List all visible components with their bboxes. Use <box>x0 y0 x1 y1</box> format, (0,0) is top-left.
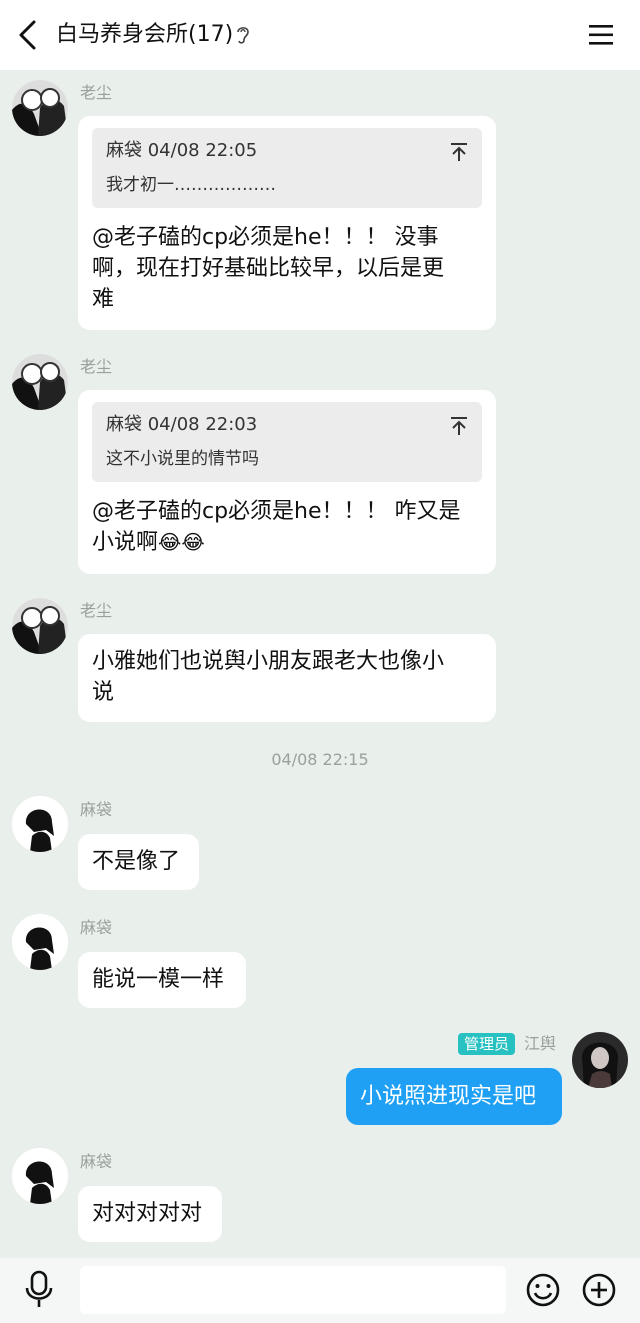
message-bubble[interactable]: 小雅她们也说舆小朋友跟老大也像小 说 <box>78 634 496 722</box>
avatar-image <box>12 796 68 852</box>
sender-name: 老尘 <box>80 357 113 376</box>
quoted-message[interactable]: 麻袋 04/08 22:03 这不小说里的情节吗 <box>92 402 482 482</box>
chat-header: 白马养身会所(17) <box>0 0 640 70</box>
message-input[interactable] <box>80 1266 506 1314</box>
message-text-line: 说 <box>92 680 115 705</box>
timestamp-divider: 04/08 22:15 <box>271 750 369 769</box>
quote-text: 我才初一……………… <box>106 175 276 195</box>
back-arrow-icon[interactable] <box>12 18 46 52</box>
avatar-image <box>12 598 68 654</box>
quote-text: 这不小说里的情节吗 <box>106 449 259 469</box>
plus-icon[interactable] <box>581 1272 617 1308</box>
input-bar <box>0 1258 640 1323</box>
message-text-line: 小说啊😂😂 <box>92 527 482 558</box>
message-text-line: @老子磕的cp必须是he！！！ 咋又是 <box>92 499 461 524</box>
avatar-image <box>12 914 68 970</box>
jump-to-top-icon[interactable] <box>450 416 468 436</box>
message-text-line: 啊，现在打好基础比较早，以后是更 <box>92 256 445 281</box>
sender-name: 麻袋 <box>80 1152 113 1171</box>
sender-name: 麻袋 <box>80 918 113 937</box>
message-bubble[interactable]: 麻袋 04/08 22:05 我才初一……………… @老子磕的cp必须是he！！… <box>78 116 496 330</box>
message-text: 对对对对对 <box>92 1201 203 1226</box>
admin-badge: 管理员 <box>458 1033 516 1055</box>
message-text-fragment: 小说啊 <box>92 530 159 555</box>
message-text-line: 小雅她们也说舆小朋友跟老大也像小 <box>92 649 445 674</box>
avatar-madai[interactable] <box>12 914 68 970</box>
laugh-cry-emoji-icon: 😂😂 <box>158 530 205 554</box>
avatar-image <box>572 1032 628 1088</box>
menu-icon[interactable] <box>586 20 616 50</box>
message-bubble[interactable]: 不是像了 <box>78 834 199 890</box>
sender-name: 江舆 <box>524 1034 557 1053</box>
message-bubble[interactable]: 能说一模一样 <box>78 952 246 1008</box>
avatar-madai[interactable] <box>12 1148 68 1204</box>
jump-to-top-icon[interactable] <box>450 142 468 162</box>
ear-icon <box>237 27 249 44</box>
avatar-madai[interactable] <box>12 796 68 852</box>
message-text: 小说照进现实是吧 <box>360 1084 537 1109</box>
sender-name: 老尘 <box>80 83 113 102</box>
emoji-icon[interactable] <box>525 1272 561 1308</box>
avatar-image <box>12 1148 68 1204</box>
quoted-message[interactable]: 麻袋 04/08 22:05 我才初一……………… <box>92 128 482 208</box>
avatar-laochen[interactable] <box>12 80 68 136</box>
chat-title: 白马养身会所(17) <box>56 22 234 47</box>
sender-name: 麻袋 <box>80 800 113 819</box>
message-text-line: @老子磕的cp必须是he！！！ 没事 <box>92 225 439 250</box>
sender-name: 老尘 <box>80 601 113 620</box>
quote-author-time: 麻袋 04/08 22:03 <box>106 414 258 435</box>
avatar-image <box>12 354 68 410</box>
message-text: 不是像了 <box>92 849 181 874</box>
quote-author-time: 麻袋 04/08 22:05 <box>106 140 258 161</box>
message-text: 能说一模一样 <box>92 967 225 992</box>
microphone-icon[interactable] <box>22 1270 56 1310</box>
avatar-jiangyu[interactable] <box>572 1032 628 1088</box>
message-text-line: 难 <box>92 287 115 312</box>
avatar-image <box>12 80 68 136</box>
avatar-laochen[interactable] <box>12 598 68 654</box>
my-message-bubble[interactable]: 小说照进现实是吧 <box>346 1068 562 1125</box>
message-bubble[interactable]: 麻袋 04/08 22:03 这不小说里的情节吗 @老子磕的cp必须是he！！！… <box>78 390 496 574</box>
avatar-laochen[interactable] <box>12 354 68 410</box>
message-bubble[interactable]: 对对对对对 <box>78 1186 222 1242</box>
